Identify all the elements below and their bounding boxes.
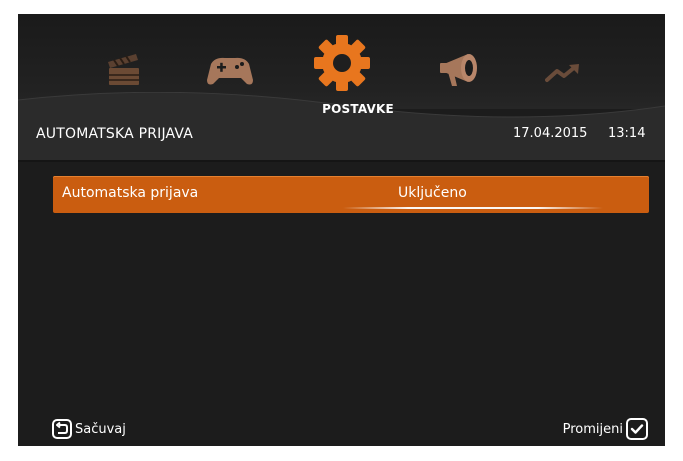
time-readout: 13:14	[608, 126, 646, 141]
header-divider	[18, 160, 665, 162]
megaphone-icon[interactable]	[438, 50, 488, 90]
trend-icon[interactable]	[545, 62, 583, 84]
change-label: Promijeni	[562, 421, 623, 437]
save-action[interactable]: Sačuvaj	[52, 419, 126, 439]
gamepad-icon[interactable]	[205, 54, 255, 88]
date-readout: 17.04.2015	[513, 126, 588, 141]
change-action[interactable]: Promijeni	[563, 418, 648, 440]
save-label: Sačuvaj	[75, 421, 126, 437]
value-underline	[343, 207, 603, 209]
setting-row-auto-login[interactable]: Automatska prijava Uključeno	[53, 176, 649, 213]
page-title: AUTOMATSKA PRIJAVA	[36, 126, 194, 142]
back-icon	[52, 419, 72, 439]
setting-value[interactable]: Uključeno	[398, 185, 467, 201]
checkmark-icon	[626, 418, 648, 440]
active-menu-label: POSTAVKE	[322, 102, 394, 116]
gear-icon[interactable]	[313, 34, 371, 92]
tv-screen: POSTAVKE AUTOMATSKA PRIJAVA 17.04.2015 1…	[18, 14, 665, 446]
setting-label: Automatska prijava	[62, 185, 199, 201]
clapperboard-icon[interactable]	[106, 52, 142, 86]
